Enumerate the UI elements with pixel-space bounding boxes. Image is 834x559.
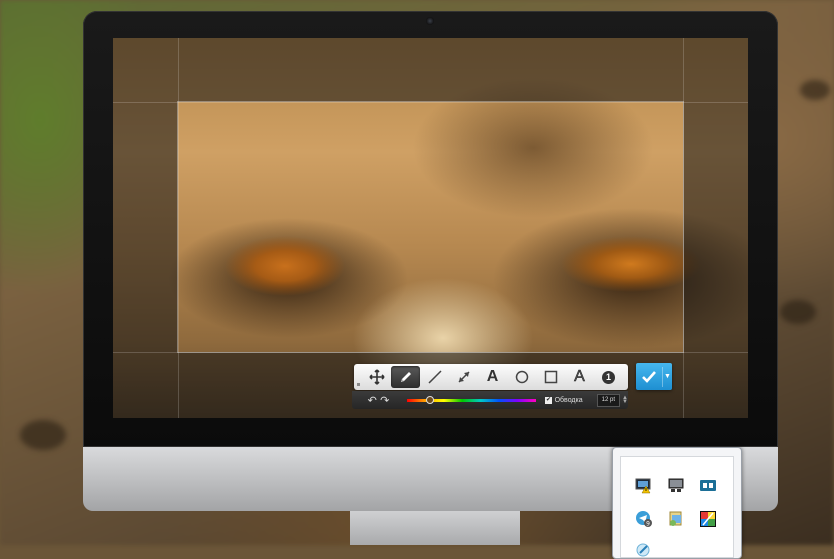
counter-icon: 1 [602, 370, 615, 384]
selection-area[interactable] [178, 102, 683, 352]
dim-overlay-left [113, 102, 178, 352]
move-icon [368, 369, 385, 385]
text-tool[interactable]: A [478, 366, 507, 388]
ellipse-icon [515, 370, 528, 384]
screen-capture-icon[interactable] [699, 477, 717, 495]
monitor-warning-icon[interactable] [635, 477, 653, 495]
rectangle-icon [544, 370, 557, 384]
outline-checkbox[interactable]: ✔ [545, 396, 552, 404]
annotation-toolbar: A A 1 [354, 364, 628, 390]
font-size-field[interactable]: 12 pt [596, 393, 621, 407]
dim-overlay-top [113, 38, 748, 102]
undo-icon[interactable]: ↶ [366, 394, 378, 407]
monitor-stand [350, 511, 520, 545]
network-icon[interactable] [667, 510, 685, 528]
dim-overlay-right [683, 102, 748, 352]
color-slider-knob[interactable] [426, 395, 435, 404]
font-size-spinner[interactable]: ▲ ▼ [622, 395, 628, 405]
outline-label: Обводка [554, 396, 583, 404]
rectangle-tool[interactable] [536, 366, 565, 388]
telegram-icon[interactable]: 9 [635, 510, 653, 528]
chevron-down-icon[interactable]: ▼ [663, 373, 672, 380]
text-outline-tool[interactable]: A [565, 366, 594, 388]
pen-icon[interactable] [635, 541, 653, 559]
arrow-icon [457, 371, 470, 383]
svg-text:9: 9 [646, 521, 650, 528]
toolbar-drag-handle[interactable] [354, 364, 362, 390]
tool-options-bar: ↶ ↷ ✔ Обводка 12 pt ▲ ▼ [352, 391, 628, 409]
pencil-icon [400, 372, 411, 382]
background-spot [780, 300, 816, 324]
pencil-tool[interactable] [391, 366, 420, 388]
line-tool[interactable] [420, 366, 449, 388]
text-icon: A [486, 368, 499, 385]
display-icon[interactable] [667, 477, 685, 495]
move-tool[interactable] [362, 366, 391, 388]
guide-line [683, 38, 684, 418]
camera-icon [426, 17, 434, 25]
monitor-screen [113, 38, 748, 418]
ellipse-tool[interactable] [507, 366, 536, 388]
background-spot [20, 420, 66, 450]
color-picker-icon[interactable] [699, 510, 717, 528]
check-icon [636, 370, 662, 383]
counter-tool[interactable]: 1 [594, 366, 623, 388]
confirm-button[interactable]: ▼ [636, 363, 672, 390]
tray-icon-grid: 9 [620, 456, 734, 558]
redo-icon[interactable]: ↷ [378, 394, 390, 407]
background-spot [800, 80, 830, 100]
guide-line [113, 352, 748, 353]
color-slider[interactable] [406, 395, 537, 404]
arrow-tool[interactable] [449, 366, 478, 388]
text-outline-icon: A [574, 368, 585, 386]
tray-overflow-popup: 9 [612, 447, 742, 559]
line-icon [427, 370, 442, 384]
